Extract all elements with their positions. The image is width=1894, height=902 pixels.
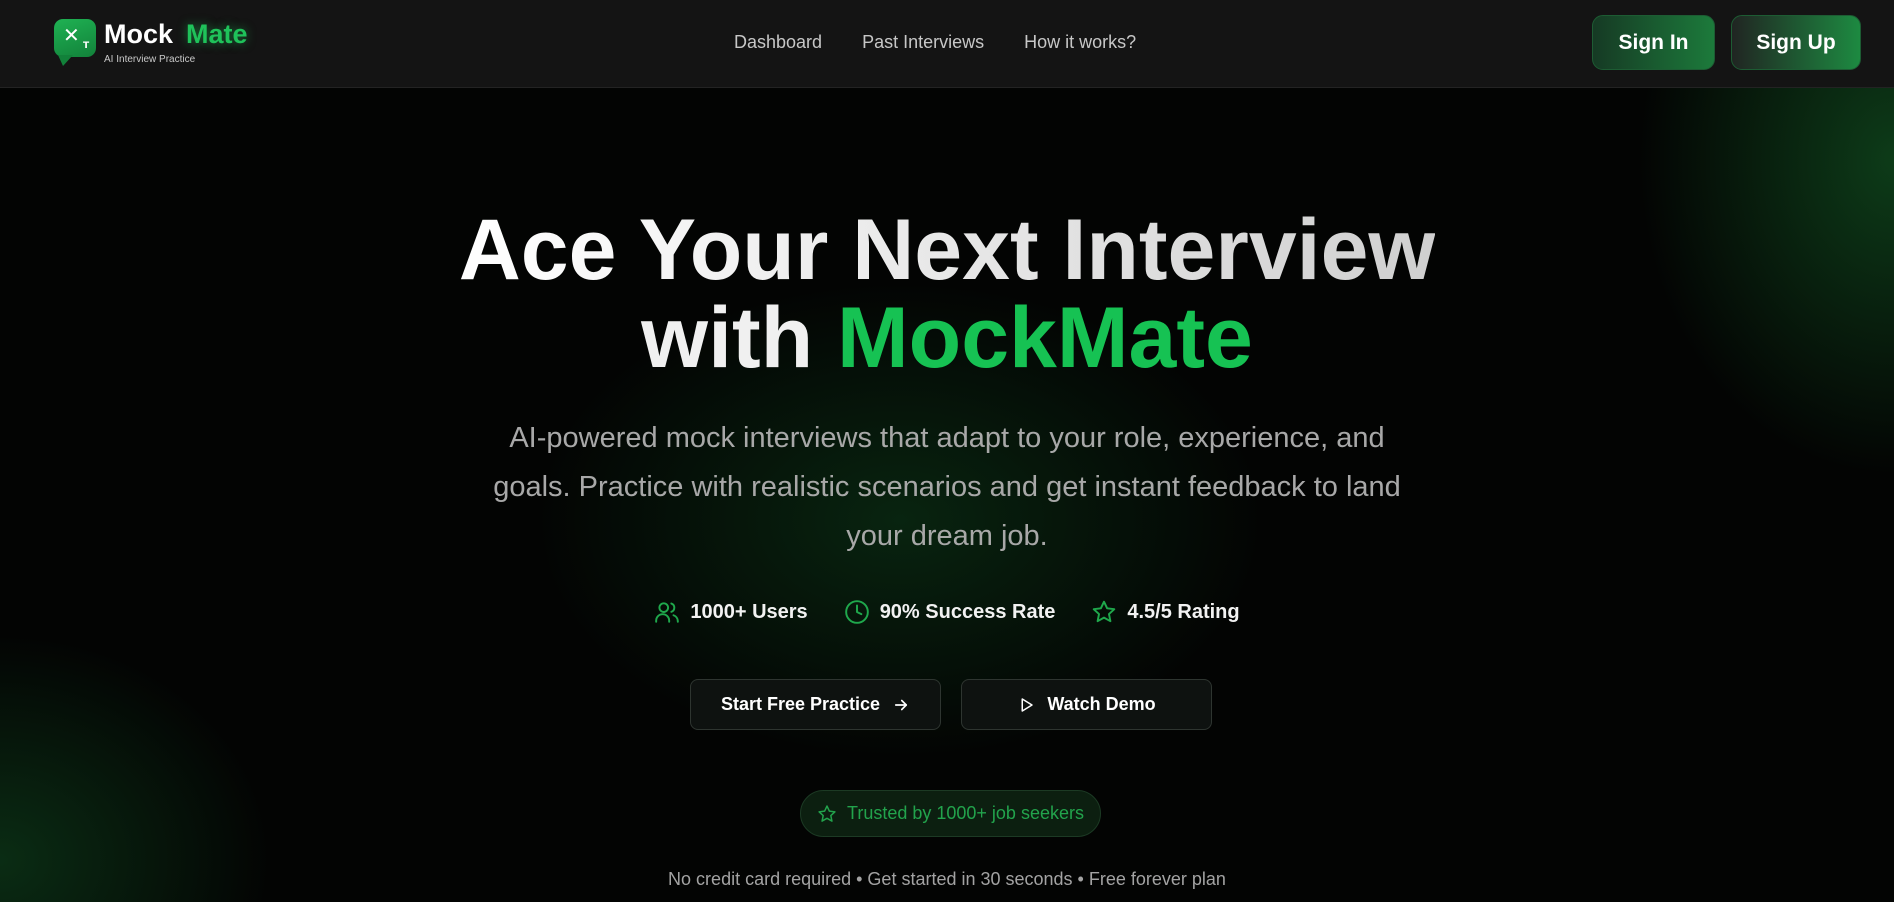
trust-badge-label: Trusted by 1000+ job seekers (847, 803, 1084, 823)
sign-up-button[interactable]: Sign Up (1731, 15, 1861, 70)
page: ✕ T Mock Mate AI Interview Practice Dashb… (0, 0, 1894, 902)
stats-row: 1000+ Users 90% Success Rate 4.5/5 Ratin… (0, 599, 1894, 625)
users-icon (655, 602, 680, 623)
stat-users: 1000+ Users (654, 599, 808, 625)
stat-rating-label: 4.5/5 Rating (1127, 600, 1240, 623)
hero-title: Ace Your Next Interview with MockMate (0, 206, 1894, 382)
hero-subtitle: AI-powered mock interviews that adapt to… (493, 422, 1401, 552)
nav-dashboard[interactable]: Dashboard (734, 32, 822, 53)
sign-in-button[interactable]: Sign In (1592, 15, 1715, 70)
chat-logo-icon: ✕ T (54, 19, 96, 66)
top-navbar: ✕ T Mock Mate AI Interview Practice Dashb… (0, 0, 1894, 88)
start-free-practice-button[interactable]: Start Free Practice (690, 679, 941, 730)
brand-logo[interactable]: ✕ T Mock Mate AI Interview Practice (54, 19, 274, 69)
trust-badge: Trusted by 1000+ job seekers (800, 790, 1101, 837)
start-free-practice-label: Start Free Practice (720, 694, 881, 714)
watch-demo-label: Watch Demo (1047, 694, 1156, 714)
hero-title-with: with (641, 290, 814, 386)
stat-success-label: 90% Success Rate (879, 600, 1056, 623)
brand-tagline: AI Interview Practice (104, 54, 196, 65)
clock-icon (844, 600, 869, 624)
stat-rating: 4.5/5 Rating (1091, 599, 1240, 625)
star-outline-icon (818, 804, 836, 822)
main-nav: Dashboard Past Interviews How it works? (734, 32, 1176, 53)
stat-success-rate: 90% Success Rate (844, 599, 1056, 625)
play-icon (1021, 697, 1034, 712)
brand-name-mock: Mock (104, 19, 174, 49)
star-icon (1093, 600, 1116, 623)
hero-title-line1: Ace Your Next Interview (458, 202, 1436, 298)
brand-name-mate: Mate (186, 19, 248, 49)
fineprint: No credit card required • Get started in… (668, 869, 1226, 889)
stat-users-label: 1000+ Users (690, 600, 808, 623)
watch-demo-button[interactable]: Watch Demo (961, 679, 1212, 730)
nav-past-interviews[interactable]: Past Interviews (862, 32, 984, 53)
arrow-right-icon (894, 699, 908, 710)
hero-title-brand: MockMate (837, 290, 1253, 386)
nav-how-it-works[interactable]: How it works? (1024, 32, 1136, 53)
cta-row: Start Free Practice Watch Demo (690, 679, 1212, 730)
